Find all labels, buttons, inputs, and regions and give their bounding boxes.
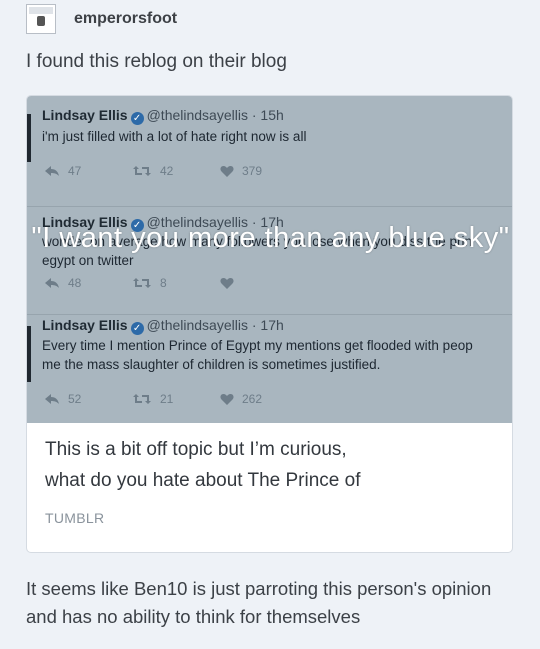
link-preview[interactable]: This is a bit off topic but I’m curious,…: [27, 423, 512, 526]
retweet-count: 42: [160, 164, 174, 178]
thread-bar: [27, 326, 31, 382]
retweet-count: 8: [160, 276, 167, 290]
tweet-author-name: Lindsay Ellis: [42, 107, 128, 123]
reply-icon: [45, 394, 59, 404]
intro-text: I found this reblog on their blog: [26, 51, 287, 72]
like-action: 379: [220, 164, 300, 178]
tweet-handle: @thelindsayellis: [146, 317, 248, 333]
post-header: emperorsfoot: [26, 2, 177, 36]
comment-text: It seems like Ben10 is just parroting th…: [26, 578, 492, 627]
tweet-text: Every time I mention Prince of Egypt my …: [42, 336, 473, 374]
tweet-header: Lindsay Ellis ✓ @thelindsayellis · 17h: [42, 317, 284, 335]
overlay-caption: "I want you more than any blue sky": [31, 222, 510, 254]
tweet-time: · 17h: [251, 317, 284, 333]
retweet-icon: [133, 394, 151, 404]
retweet-icon: [133, 166, 151, 176]
reply-count: 48: [68, 276, 82, 290]
tweet-text-line: Every time I mention Prince of Egypt my …: [42, 338, 473, 353]
tweet-time: · 15h: [251, 107, 284, 123]
preview-source: TUMBLR: [45, 510, 105, 526]
reply-action: 47: [44, 164, 132, 178]
tweet-3: Lindsay Ellis ✓ @thelindsayellis · 17h Eve…: [27, 312, 512, 422]
tweet-actions: 48 8: [44, 276, 300, 290]
tweet-screenshot: Lindsay Ellis ✓ @thelindsayellis · 15h i'm…: [27, 96, 512, 423]
tweet-actions: 52 21 262: [44, 392, 300, 406]
reply-count: 52: [68, 392, 82, 406]
avatar[interactable]: [26, 4, 56, 34]
heart-icon: [220, 394, 234, 405]
heart-icon: [220, 166, 234, 177]
reply-icon: [45, 278, 59, 288]
reply-action: 48: [44, 276, 132, 290]
like-count: 379: [242, 164, 263, 178]
reblog-card[interactable]: Lindsay Ellis ✓ @thelindsayellis · 15h i'm…: [26, 95, 513, 553]
tweet-actions: 47 42 379: [44, 164, 300, 178]
tweet-text-line: me the mass slaughter of children is som…: [42, 357, 381, 372]
tweet-author-name: Lindsay Ellis: [42, 317, 128, 333]
retweet-icon: [133, 278, 151, 288]
tweet-handle: @thelindsayellis: [146, 107, 248, 123]
thread-bar: [27, 114, 31, 162]
reply-action: 52: [44, 392, 132, 406]
like-count: 262: [242, 392, 263, 406]
reply-count: 47: [68, 164, 82, 178]
retweet-action: 21: [132, 392, 220, 406]
preview-text: This is a bit off topic but I’m curious,…: [45, 439, 361, 491]
tweet-1: Lindsay Ellis ✓ @thelindsayellis · 15h i'm…: [27, 96, 512, 207]
tweet-text: i'm just filled with a lot of hate right…: [42, 129, 307, 144]
heart-icon: [220, 278, 234, 289]
verified-icon: ✓: [130, 112, 144, 125]
like-action: 262: [220, 392, 300, 406]
retweet-count: 21: [160, 392, 174, 406]
retweet-action: 42: [132, 164, 220, 178]
like-action: [220, 276, 300, 290]
username[interactable]: emperorsfoot: [74, 10, 177, 28]
verified-icon: ✓: [130, 322, 144, 335]
tweet-header: Lindsay Ellis ✓ @thelindsayellis · 15h: [42, 107, 284, 125]
retweet-action: 8: [132, 276, 220, 290]
reply-icon: [45, 166, 59, 176]
